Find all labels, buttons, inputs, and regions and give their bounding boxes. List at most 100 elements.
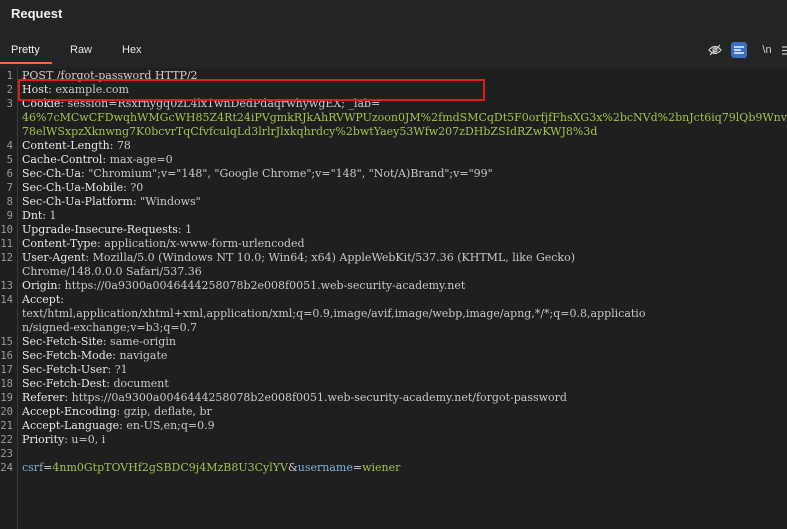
cookie-continuation: 78elWSxpzXknwng7K0bcvrTqCfvfculqLd3lrlrJ…: [22, 125, 598, 138]
line-number: 16: [0, 350, 13, 362]
header-row: Sec-Fetch-User: ?1: [22, 363, 128, 376]
line-number: 6: [6, 168, 13, 180]
user-agent-continuation: Chrome/148.0.0.0 Safari/537.36: [22, 265, 202, 278]
pretty-format-toggle-icon[interactable]: [731, 42, 747, 58]
line-number: 7: [6, 182, 13, 194]
line-number: 9: [6, 210, 13, 222]
header-key: Sec-Ch-Ua-Mobile: [22, 181, 124, 194]
param-value: 4nm0GtpTOVHf2gSBDC9j4MzB8U3CylYV: [52, 461, 288, 474]
param-key: username: [297, 461, 353, 474]
header-key: Referer: [22, 391, 65, 404]
header-value: ?0: [130, 181, 144, 194]
line-number: 19: [0, 392, 13, 404]
header-value: Mozilla/5.0 (Windows NT 10.0; Win64; x64…: [92, 251, 575, 264]
hide-eye-icon[interactable]: [705, 40, 725, 60]
header-key: Origin: [22, 279, 58, 292]
line-number: 5: [6, 154, 13, 166]
line-number: 1: [6, 70, 13, 82]
header-row: Priority: u=0, i: [22, 433, 106, 446]
header-value: "Windows": [140, 195, 201, 208]
header-key: Sec-Ch-Ua: [22, 167, 81, 180]
request-body: csrf=4nm0GtpTOVHf2gSBDC9j4MzB8U3CylYV&us…: [22, 461, 401, 474]
header-value: max-age=0: [109, 153, 173, 166]
line-number: 23: [0, 448, 13, 460]
header-key: Content-Length: [22, 139, 110, 152]
header-value: https://0a9300a0046444258078b2e008f0051.…: [71, 391, 567, 404]
header-key: Content-Type: [22, 237, 97, 250]
header-key: Cache-Control: [22, 153, 103, 166]
header-user-agent: User-Agent: Mozilla/5.0 (Windows NT 10.0…: [22, 251, 575, 264]
line-number: 12: [0, 252, 13, 264]
line-number: 18: [0, 378, 13, 390]
line-number: 14: [0, 294, 13, 306]
line-number: 10: [0, 224, 13, 236]
param-value: wiener: [362, 461, 401, 474]
header-key: User-Agent: [22, 251, 86, 264]
line-number: 20: [0, 406, 13, 418]
tab-pretty[interactable]: Pretty: [0, 36, 52, 64]
line-number: 13: [0, 280, 13, 292]
header-value: 1: [49, 209, 57, 222]
header-row: Content-Length: 78: [22, 139, 131, 152]
header-value: u=0, i: [71, 433, 106, 446]
header-value: gzip, deflate, br: [123, 405, 212, 418]
param-key: csrf: [22, 461, 44, 474]
header-key: Accept-Language: [22, 419, 120, 432]
request-editor[interactable]: 1 2 3 4 5 6 7 8 9 10 11 12 13 14 15 16 1…: [0, 68, 787, 529]
header-value: application/x-www-form-urlencoded: [104, 237, 305, 250]
line-number: 2: [6, 84, 13, 96]
header-row: Accept-Encoding: gzip, deflate, br: [22, 405, 212, 418]
header-key: Dnt: [22, 209, 43, 222]
header-key: Sec-Ch-Ua-Platform: [22, 195, 133, 208]
editor-toolbar: \n: [667, 40, 787, 60]
header-key: Sec-Fetch-User: [22, 363, 108, 376]
header-key: Accept-Encoding: [22, 405, 117, 418]
accept-value: text/html,application/xhtml+xml,applicat…: [22, 307, 646, 320]
header-value: 78: [116, 139, 131, 152]
header-origin: Origin: https://0a9300a0046444258078b2e0…: [22, 279, 466, 292]
header-key: Sec-Fetch-Dest: [22, 377, 107, 390]
header-row: Upgrade-Insecure-Requests: 1: [22, 223, 193, 236]
header-value: en-US,en;q=0.9: [126, 419, 215, 432]
header-row: Referer: https://0a9300a0046444258078b2e…: [22, 391, 567, 404]
header-key: Sec-Fetch-Mode: [22, 349, 113, 362]
accept-value: n/signed-exchange;v=b3;q=0.7: [22, 321, 198, 334]
line-number: 3: [6, 98, 13, 110]
line-number: 24: [0, 462, 13, 474]
header-row: Sec-Fetch-Dest: document: [22, 377, 169, 390]
header-key: Upgrade-Insecure-Requests: [22, 223, 178, 236]
line-number: 22: [0, 434, 13, 446]
header-value: navigate: [119, 349, 168, 362]
header-key: Accept: [22, 293, 61, 306]
header-row: Sec-Ch-Ua-Platform: "Windows": [22, 195, 201, 208]
line-number: 21: [0, 420, 13, 432]
header-row: Sec-Ch-Ua: "Chromium";v="148", "Google C…: [22, 167, 493, 180]
tab-hex[interactable]: Hex: [122, 36, 142, 64]
line-number: 17: [0, 364, 13, 376]
header-accept: Accept:: [22, 293, 64, 306]
panel-title: Request: [11, 6, 63, 21]
header-value: same-origin: [110, 335, 176, 348]
header-row: Sec-Fetch-Mode: navigate: [22, 349, 168, 362]
header-value: ?1: [114, 363, 128, 376]
header-value: https://0a9300a0046444258078b2e008f0051.…: [64, 279, 466, 292]
header-value: 1: [185, 223, 193, 236]
show-newlines-toggle[interactable]: \n: [757, 40, 777, 60]
line-number: 8: [6, 196, 13, 208]
header-row: Content-Type: application/x-www-form-url…: [22, 237, 305, 250]
line-number: 15: [0, 336, 13, 348]
header-row: Accept-Language: en-US,en;q=0.9: [22, 419, 215, 432]
cookie-continuation: 46%7cMCwCFDwqhWMGcWH85Z4Rt24iPVgmkRJkAhR…: [22, 111, 787, 124]
header-row: Dnt: 1: [22, 209, 57, 222]
header-key: Priority: [22, 433, 65, 446]
line-number: 4: [6, 140, 13, 152]
tab-raw[interactable]: Raw: [70, 36, 92, 64]
header-value: "Chromium";v="148", "Google Chrome";v="1…: [88, 167, 493, 180]
host-highlight-box: [18, 79, 485, 101]
line-number: 11: [0, 238, 13, 250]
header-value: document: [113, 377, 169, 390]
menu-icon[interactable]: [777, 40, 787, 60]
header-row: Cache-Control: max-age=0: [22, 153, 173, 166]
line-number-gutter: 1 2 3 4 5 6 7 8 9 10 11 12 13 14 15 16 1…: [0, 68, 18, 529]
header-row: Sec-Fetch-Site: same-origin: [22, 335, 176, 348]
